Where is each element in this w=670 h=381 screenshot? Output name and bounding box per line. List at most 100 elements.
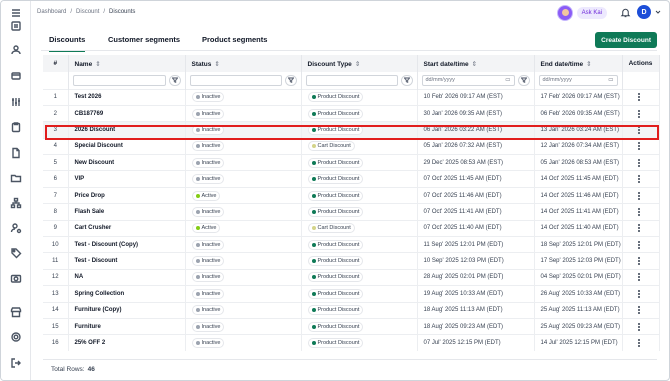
- document-icon[interactable]: [9, 146, 23, 160]
- table-row[interactable]: 10 Test - Discount (Copy) Inactive Product …: [43, 236, 660, 253]
- table-row[interactable]: 6 VIP Inactive Product Discount 07 Oct' 2025…: [43, 170, 660, 188]
- calendar-icon[interactable]: ▭: [608, 77, 613, 83]
- more-options-icon[interactable]: [637, 339, 641, 348]
- row-number: 1: [43, 88, 69, 106]
- table-row[interactable]: 2 CB187769 Inactive Product Discount 30 Jan'…: [43, 104, 660, 122]
- sort-icon[interactable]: ⇕: [355, 61, 360, 68]
- table-row[interactable]: 5 New Discount Inactive Product Discount 29 …: [43, 154, 660, 171]
- status-filter-input[interactable]: [189, 74, 282, 86]
- tab-customer-segments[interactable]: Customer segments: [108, 35, 180, 44]
- column-header-status[interactable]: Status ⇕: [185, 55, 302, 72]
- filter-icon[interactable]: [400, 74, 413, 86]
- discount-name[interactable]: Cart Crusher: [68, 219, 186, 237]
- status-dot: [195, 341, 200, 346]
- more-options-icon[interactable]: [637, 109, 641, 118]
- folder-icon[interactable]: [9, 171, 23, 185]
- discount-name[interactable]: Flash Sale: [68, 203, 186, 221]
- filter-icon[interactable]: [168, 74, 181, 86]
- clipboard-icon[interactable]: [9, 120, 23, 134]
- network-icon[interactable]: [9, 196, 23, 210]
- table-row[interactable]: 3 2026 Discount Inactive Product Discount 06…: [43, 121, 660, 139]
- gear-icon[interactable]: [9, 330, 23, 344]
- filter-icon[interactable]: [284, 74, 297, 86]
- chevron-down-icon[interactable]: [655, 9, 661, 15]
- more-options-icon[interactable]: [637, 289, 641, 298]
- sort-icon[interactable]: ⇕: [472, 61, 477, 68]
- more-options-icon[interactable]: [637, 207, 641, 216]
- discount-name[interactable]: VIP: [68, 170, 186, 188]
- user-icon[interactable]: [9, 43, 23, 57]
- discount-name[interactable]: Spring Collection: [68, 285, 186, 303]
- breadcrumb-discount[interactable]: Discount: [76, 9, 99, 15]
- discount-name[interactable]: Special Discount: [68, 137, 186, 155]
- table-row[interactable]: 9 Cart Crusher Active Cart Discount 07 Oct' …: [43, 219, 660, 237]
- more-options-icon[interactable]: [637, 158, 641, 167]
- logout-icon[interactable]: [9, 356, 23, 370]
- discount-name[interactable]: Price Drop: [68, 186, 186, 204]
- filter-icon[interactable]: [517, 74, 530, 86]
- more-options-icon[interactable]: [637, 273, 641, 282]
- table-row[interactable]: 15 Furniture Inactive Product Discount 18 Au…: [43, 317, 660, 335]
- name-filter-input[interactable]: [72, 74, 166, 86]
- tag-icon[interactable]: [9, 246, 23, 260]
- products-icon[interactable]: [9, 69, 23, 83]
- breadcrumb-current: Discounts: [109, 9, 136, 15]
- table-row[interactable]: 16 25% OFF 2 Inactive Product Discount 07 Ju…: [43, 334, 660, 352]
- menu-icon[interactable]: [9, 6, 23, 20]
- start-date-filter[interactable]: dd/mm/yyyy ▭: [421, 74, 515, 86]
- sliders-icon[interactable]: [9, 95, 23, 109]
- more-options-icon[interactable]: [637, 142, 641, 151]
- discount-name[interactable]: New Discount: [68, 154, 186, 171]
- discount-name[interactable]: Furniture: [68, 317, 186, 335]
- sort-icon[interactable]: ⇕: [95, 61, 100, 68]
- table-row[interactable]: 8 Flash Sale Inactive Product Discount 07 Oc…: [43, 203, 660, 221]
- more-options-icon[interactable]: [637, 322, 641, 331]
- discount-name[interactable]: Test - Discount: [68, 252, 186, 270]
- table-row[interactable]: 4 Special Discount Inactive Cart Discount 05…: [43, 137, 660, 155]
- discount-name[interactable]: 25% OFF 2: [68, 334, 186, 352]
- tab-product-segments[interactable]: Product segments: [202, 35, 267, 44]
- sort-icon[interactable]: ⇕: [214, 61, 219, 68]
- discount-name[interactable]: CB187769: [68, 104, 186, 122]
- create-discount-button[interactable]: Create Discount: [595, 32, 657, 48]
- more-options-icon[interactable]: [637, 240, 641, 249]
- type-badge: Product Discount: [307, 174, 364, 185]
- more-options-icon[interactable]: [637, 224, 641, 233]
- sort-icon[interactable]: ⇕: [586, 61, 591, 68]
- more-options-icon[interactable]: [637, 175, 641, 184]
- status-badge: Inactive: [191, 141, 225, 152]
- discount-name[interactable]: NA: [68, 268, 186, 286]
- more-options-icon[interactable]: [637, 257, 641, 266]
- ask-kai-button[interactable]: Ask Kai: [556, 5, 607, 21]
- bell-icon[interactable]: [620, 7, 631, 18]
- breadcrumb: Dashboard / Discount / Discounts: [37, 9, 135, 15]
- column-header-name[interactable]: Name ⇕: [68, 55, 186, 72]
- user-settings-icon[interactable]: [9, 221, 23, 235]
- more-options-icon[interactable]: [637, 125, 641, 134]
- more-options-icon[interactable]: [637, 93, 641, 102]
- discount-name[interactable]: Furniture (Copy): [68, 301, 186, 319]
- store-icon[interactable]: [9, 305, 23, 319]
- discount-name[interactable]: Test - Discount (Copy): [68, 236, 186, 253]
- user-avatar[interactable]: D: [637, 5, 651, 19]
- camera-icon[interactable]: [9, 271, 23, 285]
- discount-name[interactable]: 2026 Discount: [68, 121, 186, 139]
- type-filter-input[interactable]: [305, 74, 398, 86]
- discounts-table: # Name ⇕ Status ⇕ Discount Type ⇕ Start dat…: [43, 55, 660, 352]
- end-date-filter[interactable]: dd/mm/yyyy ▭: [538, 74, 618, 86]
- table-row[interactable]: 11 Test - Discount Inactive Product Discoun…: [43, 252, 660, 270]
- discount-name[interactable]: Test 2026: [68, 88, 186, 106]
- table-row[interactable]: 13 Spring Collection Inactive Product Disco…: [43, 285, 660, 303]
- dashboard-icon[interactable]: [9, 19, 23, 33]
- column-header-end[interactable]: End date/time ⇕: [534, 55, 623, 72]
- table-row[interactable]: 7 Price Drop Active Product Discount 07 Oct'…: [43, 186, 660, 204]
- column-header-type[interactable]: Discount Type ⇕: [301, 55, 418, 72]
- table-row[interactable]: 12 NA Inactive Product Discount 28 Aug' 2025…: [43, 268, 660, 286]
- breadcrumb-dashboard[interactable]: Dashboard: [37, 9, 66, 15]
- table-row[interactable]: 1 Test 2026 Inactive Product Discount 10 Feb…: [43, 88, 660, 106]
- more-options-icon[interactable]: [637, 306, 641, 315]
- table-row[interactable]: 14 Furniture (Copy) Inactive Product Discou…: [43, 301, 660, 319]
- column-header-start[interactable]: Start date/time ⇕: [417, 55, 535, 72]
- calendar-icon[interactable]: ▭: [505, 77, 510, 83]
- more-options-icon[interactable]: [637, 191, 641, 200]
